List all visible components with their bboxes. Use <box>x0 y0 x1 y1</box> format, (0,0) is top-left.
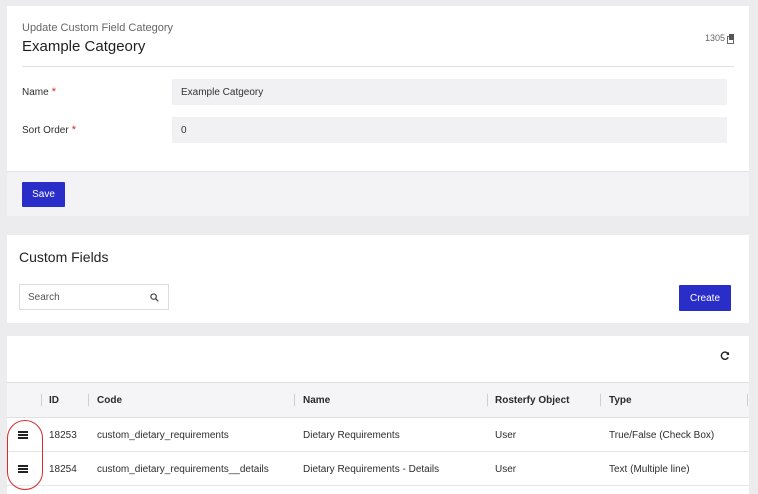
page-subtitle: Update Custom Field Category <box>22 22 174 34</box>
record-id-value: 1305 <box>704 33 725 43</box>
column-header-rosterfy-object[interactable]: Rosterfy Object <box>495 395 569 406</box>
cell-type: Text (Multiple line) <box>609 464 690 475</box>
column-separator[interactable] <box>294 394 295 406</box>
custom-fields-table-card: ID Code Name Rosterfy Object Type 18253 … <box>7 336 749 494</box>
column-separator[interactable] <box>600 394 601 406</box>
search-input[interactable] <box>20 285 140 309</box>
refresh-icon[interactable] <box>720 351 730 361</box>
update-category-card: Update Custom Field Category Example Cat… <box>7 6 749 216</box>
cell-object: User <box>495 464 517 475</box>
form-footer: Save <box>7 171 749 216</box>
column-header-type[interactable]: Type <box>609 395 632 406</box>
required-mark: * <box>51 86 56 98</box>
cell-name: Dietary Requirements - Details <box>303 464 440 475</box>
custom-fields-card: Custom Fields Create <box>7 235 749 323</box>
table-header: ID Code Name Rosterfy Object Type <box>7 382 749 418</box>
copy-icon[interactable] <box>727 33 735 44</box>
cell-type: True/False (Check Box) <box>609 430 715 441</box>
search-box[interactable] <box>19 284 169 310</box>
column-separator[interactable] <box>41 394 42 406</box>
page-title: Example Catgeory <box>22 38 146 55</box>
column-header-code[interactable]: Code <box>97 395 122 406</box>
record-id[interactable]: 1305 <box>704 33 735 44</box>
cell-name: Dietary Requirements <box>303 430 400 441</box>
sort-order-label-text: Sort Order <box>22 125 69 136</box>
cell-object: User <box>495 430 517 441</box>
drag-handle-icon[interactable] <box>18 431 28 439</box>
cell-code: custom_dietary_requirements__details <box>97 464 269 475</box>
sort-order-label: Sort Order * <box>22 124 76 136</box>
name-label: Name * <box>22 86 56 98</box>
column-header-id[interactable]: ID <box>49 395 59 406</box>
column-separator[interactable] <box>747 394 748 406</box>
column-separator[interactable] <box>88 394 89 406</box>
column-separator[interactable] <box>487 394 488 406</box>
table-row[interactable]: 18253 custom_dietary_requirements Dietar… <box>7 418 749 452</box>
cell-id: 18253 <box>49 430 77 441</box>
save-button[interactable]: Save <box>22 182 65 207</box>
section-title: Custom Fields <box>19 249 109 265</box>
cell-id: 18254 <box>49 464 77 475</box>
column-header-name[interactable]: Name <box>303 395 330 406</box>
table-row[interactable]: 18254 custom_dietary_requirements__detai… <box>7 452 749 486</box>
name-input[interactable] <box>172 79 727 105</box>
drag-handle-icon[interactable] <box>18 465 28 473</box>
cell-code: custom_dietary_requirements <box>97 430 229 441</box>
sort-order-input[interactable] <box>172 117 727 143</box>
name-label-text: Name <box>22 87 49 98</box>
header-divider <box>22 66 734 67</box>
create-button[interactable]: Create <box>679 285 731 311</box>
search-icon[interactable] <box>150 293 159 302</box>
required-mark: * <box>71 124 76 136</box>
